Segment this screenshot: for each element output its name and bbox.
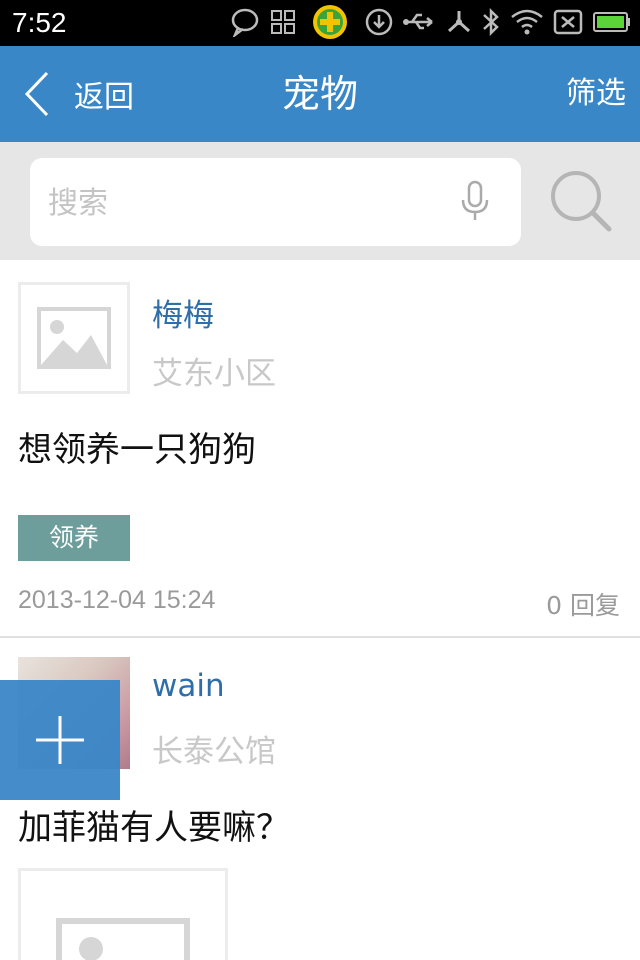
chevron-left-icon <box>24 71 49 117</box>
username[interactable]: wain <box>152 668 225 704</box>
bluetooth-icon <box>483 7 499 37</box>
add-post-button[interactable] <box>0 680 120 800</box>
share-icon <box>447 11 471 33</box>
post-image[interactable] <box>18 868 228 960</box>
battery-icon <box>593 12 630 32</box>
search-box <box>30 158 521 248</box>
avatar <box>18 282 130 394</box>
grid-icon <box>271 10 295 34</box>
status-time: 7:52 <box>12 7 67 38</box>
back-label: 返回 <box>74 80 134 115</box>
username[interactable]: 梅梅 <box>152 290 214 335</box>
tag-badge: 领养 <box>18 515 130 561</box>
chat-bubble-icon <box>231 8 259 37</box>
image-placeholder-icon <box>37 307 111 369</box>
plus-icon <box>36 716 84 764</box>
post-card[interactable]: 梅梅 艾东小区 想领养一只狗狗 领养 2013-12-04 15:24 0 回复 <box>0 260 640 636</box>
plus-badge-icon <box>313 5 347 39</box>
location: 艾东小区 <box>152 356 276 392</box>
usb-icon <box>403 13 433 30</box>
nav-bar: 宠物 返回 筛选 <box>0 46 640 142</box>
filter-button[interactable]: 筛选 <box>566 46 626 142</box>
status-bar: 7:52 <box>0 0 640 46</box>
reply-count: 0 回复 <box>546 591 620 620</box>
location: 长泰公馆 <box>152 734 276 770</box>
wifi-icon <box>511 9 543 35</box>
no-sim-icon <box>553 9 583 35</box>
search-icon[interactable] <box>548 168 614 234</box>
search-bar <box>0 142 640 260</box>
download-icon <box>365 8 393 36</box>
post-text: 加菲猫有人要嘛？ <box>18 808 290 848</box>
back-button[interactable]: 返回 <box>22 46 134 142</box>
post-text: 想领养一只狗狗 <box>18 430 256 470</box>
image-placeholder-icon <box>56 918 190 960</box>
post-date: 2013-12-04 15:24 <box>18 586 216 614</box>
search-input[interactable] <box>46 158 450 248</box>
microphone-icon[interactable] <box>460 180 490 224</box>
